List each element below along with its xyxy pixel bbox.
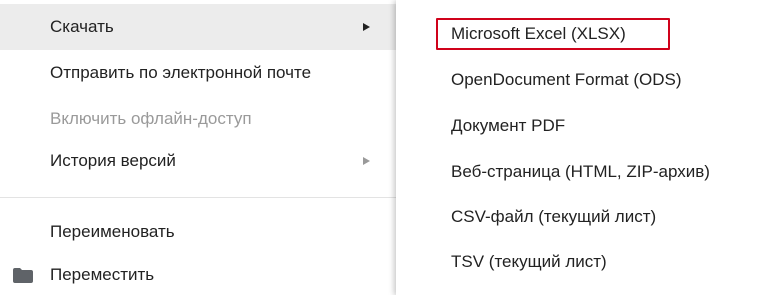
submenu-item-html[interactable]: Веб-страница (HTML, ZIP-архив): [396, 150, 769, 194]
submenu-item-tsv[interactable]: TSV (текущий лист): [396, 240, 769, 284]
menu-item-offline: Включить офлайн-доступ: [0, 96, 396, 142]
menu-item-label: Скачать: [50, 17, 114, 36]
menu-item-label: Переименовать: [50, 222, 175, 241]
menu-item-email[interactable]: Отправить по электронной почте: [0, 50, 396, 96]
menu-item-rename[interactable]: Переименовать: [0, 209, 396, 255]
screenshot-canvas: Скачать Отправить по электронной почте В…: [0, 0, 769, 295]
file-menu: Скачать Отправить по электронной почте В…: [0, 0, 396, 295]
submenu-item-label: Документ PDF: [451, 116, 566, 135]
menu-item-move[interactable]: Переместить: [0, 252, 396, 295]
submenu-arrow-icon: [363, 157, 370, 165]
submenu-item-label: TSV (текущий лист): [451, 252, 607, 271]
submenu-item-pdf[interactable]: Документ PDF: [396, 104, 769, 148]
submenu-item-label: OpenDocument Format (ODS): [451, 70, 682, 89]
submenu-item-label: Веб-страница (HTML, ZIP-архив): [451, 162, 710, 181]
submenu-arrow-icon: [363, 23, 370, 31]
menu-item-label: Включить офлайн-доступ: [50, 109, 252, 128]
submenu-item-label: CSV-файл (текущий лист): [451, 207, 657, 226]
menu-divider: [0, 197, 396, 198]
submenu-item-csv[interactable]: CSV-файл (текущий лист): [396, 195, 769, 239]
highlight-annotation-box: [436, 18, 670, 50]
menu-item-label: Переместить: [50, 265, 155, 284]
menu-item-download[interactable]: Скачать: [0, 4, 396, 50]
folder-icon: [13, 268, 33, 283]
submenu-item-ods[interactable]: OpenDocument Format (ODS): [396, 58, 769, 102]
menu-item-label: Отправить по электронной почте: [50, 63, 312, 82]
menu-item-version-history[interactable]: История версий: [0, 138, 396, 184]
menu-item-label: История версий: [50, 151, 176, 170]
